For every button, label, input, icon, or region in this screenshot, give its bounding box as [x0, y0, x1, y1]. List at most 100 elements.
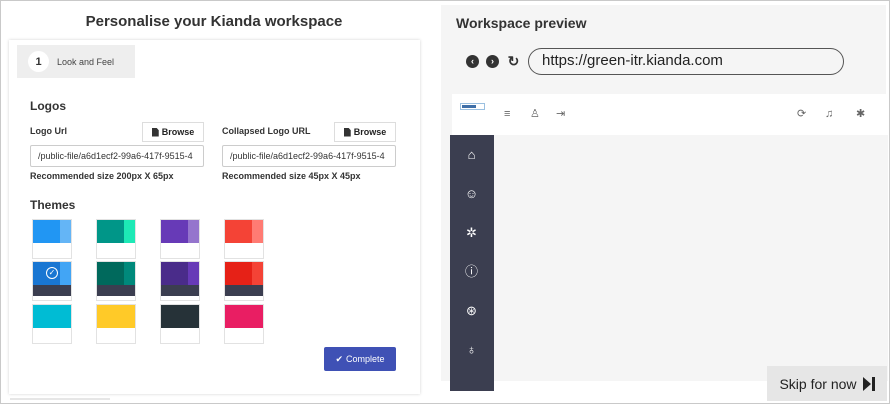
- support-icon: ⊛: [466, 303, 477, 318]
- selected-check-icon: ✓: [46, 267, 58, 279]
- preview-content: [494, 135, 888, 381]
- collapsed-logo-url-label: Collapsed Logo URL: [222, 126, 311, 136]
- logo-url-hint: Recommended size 200px X 65px: [30, 171, 174, 181]
- step-tab-look-and-feel[interactable]: 1 Look and Feel: [17, 45, 135, 78]
- preview-logo-bar: [462, 105, 476, 108]
- swatch-secondary: [251, 262, 263, 285]
- swatch-dark-band: [225, 285, 263, 296]
- collapsed-logo-browse-button[interactable]: Browse: [334, 122, 396, 142]
- info-icon: ⓘ: [464, 264, 478, 279]
- swatch-primary: [161, 262, 188, 285]
- swatch-color: [97, 305, 135, 328]
- preview-title: Workspace preview: [456, 15, 587, 31]
- swatch-primary: [225, 262, 252, 285]
- swatch-secondary: [59, 220, 71, 243]
- swatch-primary: [33, 220, 60, 243]
- theme-swatch[interactable]: [96, 304, 136, 344]
- swatch-primary: [225, 220, 252, 243]
- theme-swatch[interactable]: [224, 304, 264, 344]
- theme-swatch[interactable]: [160, 261, 200, 301]
- swatch-color: [97, 220, 135, 243]
- logo-browse-button[interactable]: Browse: [142, 122, 204, 142]
- menu-icon: ≡: [504, 108, 511, 120]
- settings-icon: ✲: [466, 225, 477, 240]
- url-bar[interactable]: https://green-itr.kianda.com: [528, 48, 844, 75]
- swatch-secondary: [251, 220, 263, 243]
- swatch-primary: [225, 305, 252, 328]
- theme-swatch[interactable]: [32, 219, 72, 259]
- collapsed-logo-url-hint: Recommended size 45px X 45px: [222, 171, 361, 181]
- divider: [10, 398, 110, 400]
- swatch-color: [33, 305, 71, 328]
- swatch-dark-band: [33, 285, 71, 296]
- logout-icon: ⇥: [556, 108, 566, 120]
- swatch-primary: [97, 305, 124, 328]
- user-icon: ♙: [530, 108, 540, 120]
- logo-url-input[interactable]: /public-file/a6d1ecf2-99a6-417f-9515-4: [30, 145, 204, 167]
- swatch-secondary: [123, 305, 135, 328]
- theme-swatch[interactable]: [224, 219, 264, 259]
- swatch-color: [97, 262, 135, 285]
- theme-swatch[interactable]: [160, 219, 200, 259]
- swatch-primary: [161, 305, 188, 328]
- swatch-secondary: [123, 220, 135, 243]
- gear-icon: ✱: [856, 108, 866, 120]
- swatch-color: [161, 220, 199, 243]
- swatch-secondary: [251, 305, 263, 328]
- theme-swatch[interactable]: [160, 304, 200, 344]
- back-icon[interactable]: ‹: [466, 55, 479, 68]
- swatch-primary: [161, 220, 188, 243]
- swatch-secondary: [187, 262, 199, 285]
- theme-swatch[interactable]: [96, 219, 136, 259]
- step-label: Look and Feel: [57, 56, 115, 67]
- swatch-secondary: [123, 262, 135, 285]
- swatch-color: [161, 262, 199, 285]
- complete-label: Complete: [346, 354, 385, 364]
- swatch-color: [225, 220, 263, 243]
- skip-icon: [862, 376, 875, 391]
- swatch-color: [225, 262, 263, 285]
- swatch-secondary: [59, 305, 71, 328]
- skip-label: Skip for now: [779, 375, 857, 392]
- theme-swatch[interactable]: [32, 304, 72, 344]
- swatch-primary: [97, 262, 124, 285]
- home-icon: ⌂: [467, 147, 476, 162]
- theme-swatch[interactable]: [96, 261, 136, 301]
- swatch-color: [225, 305, 263, 328]
- swatch-color: [33, 220, 71, 243]
- swatch-primary: [97, 220, 124, 243]
- reload-icon[interactable]: ↻: [507, 54, 520, 68]
- lightbulb-icon: ♁: [466, 342, 477, 357]
- file-icon: [151, 127, 159, 137]
- collapsed-logo-url-input[interactable]: /public-file/a6d1ecf2-99a6-417f-9515-4: [222, 145, 396, 167]
- bell-icon: ♫: [825, 108, 834, 120]
- check-icon: ✔: [335, 353, 343, 364]
- complete-button[interactable]: ✔ Complete: [324, 347, 396, 371]
- swatch-dark-band: [97, 285, 135, 296]
- theme-swatch[interactable]: ✓: [32, 261, 72, 301]
- logo-browse-label: Browse: [161, 127, 195, 137]
- refresh-icon: ⟳: [797, 108, 807, 120]
- logos-heading: Logos: [30, 99, 66, 113]
- themes-heading: Themes: [30, 198, 76, 212]
- file-icon: [343, 127, 351, 137]
- settings-card: 1 Look and Feel Logos Logo Url Browse /p…: [9, 40, 420, 394]
- collapsed-logo-browse-label: Browse: [353, 127, 387, 137]
- preview-sidebar: ⌂ ☺ ✲ ⓘ ⊛ ♁: [450, 135, 494, 391]
- swatch-dark-band: [161, 285, 199, 296]
- theme-swatch[interactable]: [224, 261, 264, 301]
- workspace-preview-panel: Workspace preview ‹ › ↻ https://green-it…: [441, 5, 888, 391]
- page-title: Personalise your Kianda workspace: [85, 13, 343, 30]
- swatch-primary: [33, 305, 60, 328]
- swatch-secondary: [187, 305, 199, 328]
- forward-icon[interactable]: ›: [486, 55, 499, 68]
- skip-button[interactable]: Skip for now: [767, 366, 887, 401]
- swatch-secondary: [187, 220, 199, 243]
- preview-header: ≡ ♙ ⇥ ⟳ ♫ ✱: [452, 94, 888, 135]
- logo-url-label: Logo Url: [30, 126, 67, 136]
- swatch-color: [161, 305, 199, 328]
- swatch-secondary: [59, 262, 71, 285]
- step-number: 1: [28, 51, 49, 72]
- users-icon: ☺: [464, 186, 479, 201]
- preview-logo: [460, 103, 485, 110]
